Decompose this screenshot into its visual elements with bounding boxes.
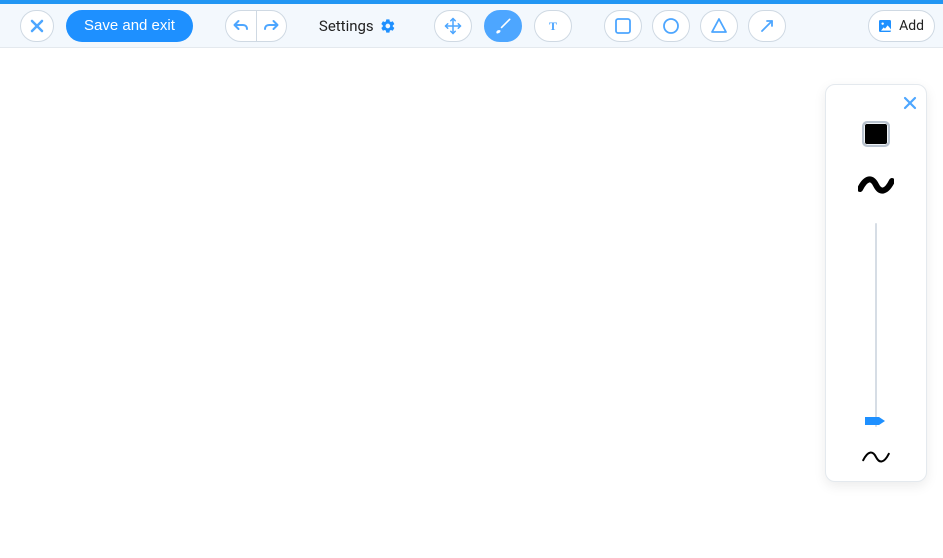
brush-color-swatch[interactable] — [862, 121, 890, 147]
settings-label: Settings — [319, 17, 374, 35]
add-image-button[interactable]: Add — [868, 10, 935, 42]
shape-tool-group — [604, 10, 786, 42]
brush-settings-panel — [825, 84, 927, 482]
panel-close-button[interactable] — [902, 95, 918, 115]
triangle-tool-button[interactable] — [700, 10, 738, 42]
redo-button[interactable] — [256, 11, 286, 41]
svg-text:T: T — [549, 19, 557, 33]
save-and-exit-label: Save and exit — [84, 17, 175, 34]
close-icon — [29, 18, 45, 34]
text-tool-button[interactable]: T — [534, 10, 572, 42]
save-and-exit-button[interactable]: Save and exit — [66, 10, 193, 42]
circle-tool-button[interactable] — [652, 10, 690, 42]
arrow-tool-button[interactable] — [748, 10, 786, 42]
undo-icon — [233, 18, 249, 34]
brush-icon — [493, 16, 513, 36]
slider-thumb[interactable] — [865, 415, 887, 427]
close-button[interactable] — [20, 10, 54, 42]
brush-tool-button[interactable] — [484, 10, 522, 42]
arrow-icon — [758, 17, 776, 35]
brush-size-slider[interactable] — [872, 223, 880, 427]
image-icon — [877, 18, 893, 34]
stroke-preview-large-icon — [858, 175, 894, 195]
settings-button[interactable]: Settings — [319, 17, 396, 35]
rectangle-icon — [614, 17, 632, 35]
close-icon — [902, 95, 918, 111]
stroke-preview-small-icon — [860, 449, 892, 465]
circle-icon — [662, 17, 680, 35]
gear-icon — [380, 18, 396, 34]
toolbar: Save and exit Settings — [0, 4, 943, 48]
add-label: Add — [899, 18, 924, 34]
undo-button[interactable] — [226, 11, 256, 41]
undo-redo-group — [225, 10, 287, 42]
redo-icon — [263, 18, 279, 34]
text-icon: T — [545, 18, 561, 34]
move-tool-button[interactable] — [434, 10, 472, 42]
slider-track — [875, 223, 877, 427]
move-icon — [444, 17, 462, 35]
rectangle-tool-button[interactable] — [604, 10, 642, 42]
triangle-icon — [710, 17, 728, 35]
drawing-canvas[interactable] — [0, 48, 943, 558]
